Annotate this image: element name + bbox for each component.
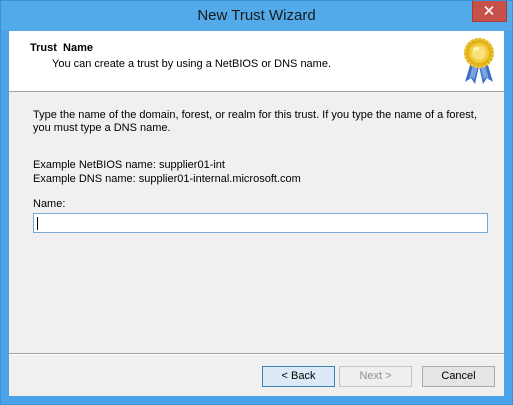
text-caret: [37, 217, 38, 230]
name-input[interactable]: [33, 213, 488, 233]
wizard-header: Trust Name You can create a trust by usi…: [9, 31, 504, 92]
close-button[interactable]: [472, 1, 507, 22]
award-ribbon-icon: [464, 38, 494, 84]
instructions-text: Type the name of the domain, forest, or …: [33, 109, 477, 134]
page-title: Trust Name: [30, 42, 93, 54]
name-label: Name:: [33, 198, 66, 210]
cancel-button[interactable]: Cancel: [422, 366, 495, 387]
window-title: New Trust Wizard: [197, 7, 316, 24]
footer-separator: [9, 353, 504, 355]
back-button[interactable]: < Back: [262, 366, 335, 387]
title-bar[interactable]: New Trust Wizard: [1, 1, 512, 31]
wizard-window: New Trust Wizard Trust Name You can crea…: [0, 0, 513, 405]
wizard-client-area: Trust Name You can create a trust by usi…: [9, 31, 504, 396]
example-dns-text: Example DNS name: supplier01-internal.mi…: [33, 173, 301, 185]
next-button[interactable]: Next >: [339, 366, 412, 387]
example-netbios-text: Example NetBIOS name: supplier01-int: [33, 159, 225, 171]
close-icon: [484, 6, 494, 15]
page-subtitle: You can create a trust by using a NetBIO…: [52, 58, 332, 70]
